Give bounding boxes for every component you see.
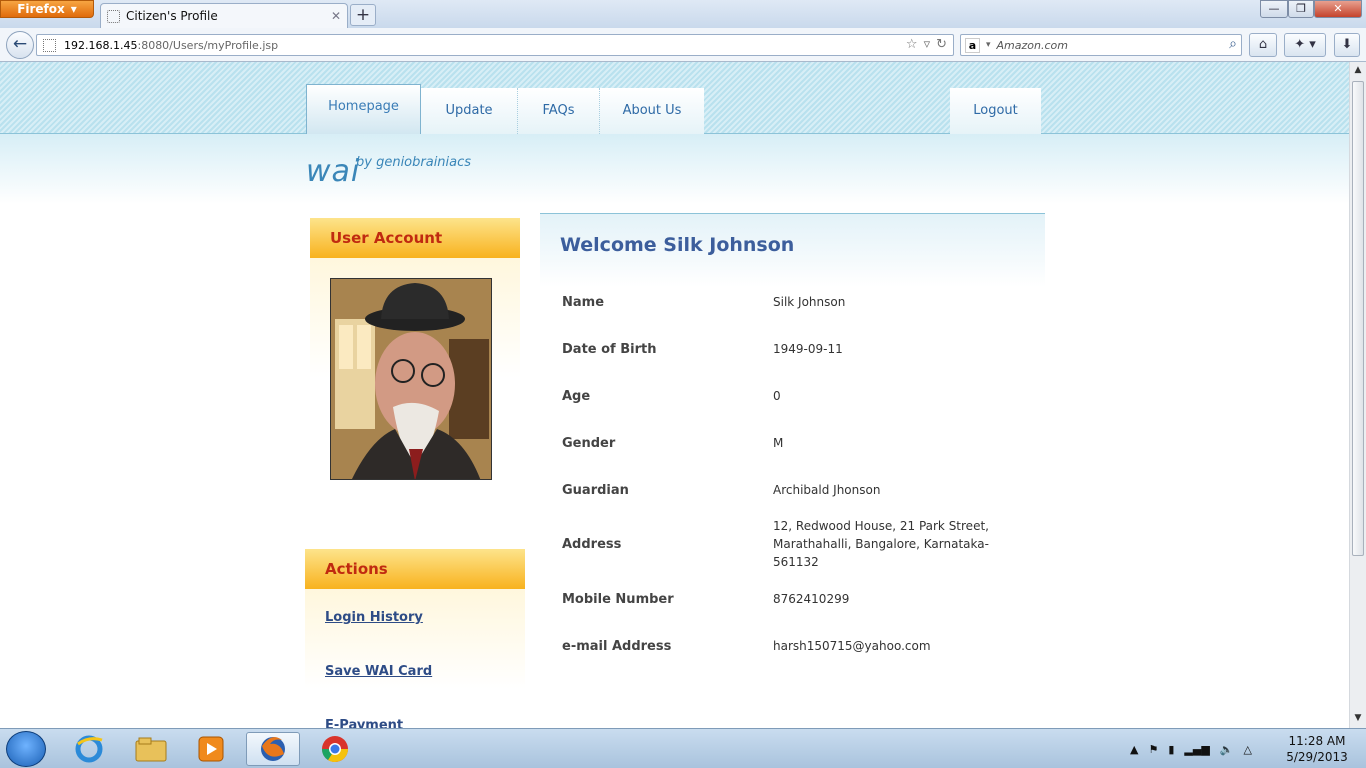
search-bar[interactable]: a ▾ Amazon.com ⌕ bbox=[960, 34, 1242, 56]
clock-date: 5/29/2013 bbox=[1286, 750, 1348, 764]
firefox-menu-label: Firefox bbox=[17, 2, 65, 16]
bookmarks-button[interactable]: ✦ ▾ bbox=[1284, 33, 1326, 57]
browser-navbar: ← 192.168.1.45:8080/Users/myProfile.jsp … bbox=[0, 28, 1366, 62]
scroll-down-icon[interactable]: ▼ bbox=[1350, 710, 1366, 727]
nav-homepage[interactable]: Homepage bbox=[306, 84, 421, 134]
value-email: harsh150715@yahoo.com bbox=[773, 639, 931, 653]
file-explorer-icon[interactable] bbox=[124, 732, 178, 766]
amazon-icon[interactable]: a bbox=[965, 37, 980, 53]
logo-wordmark: wai bbox=[306, 154, 361, 189]
url-bar[interactable]: 192.168.1.45:8080/Users/myProfile.jsp ☆ … bbox=[36, 34, 954, 56]
scroll-up-icon[interactable]: ▲ bbox=[1350, 62, 1366, 79]
system-tray: ▲ ⚑ ▮ ▂▄▆ 🔈 △ bbox=[1130, 729, 1252, 768]
chrome-icon[interactable] bbox=[308, 732, 362, 766]
media-player-icon[interactable] bbox=[184, 732, 238, 766]
close-window-button[interactable]: ✕ bbox=[1314, 0, 1362, 18]
browser-tab[interactable]: Citizen's Profile ✕ bbox=[100, 3, 348, 28]
bookmark-star-icon[interactable]: ☆ bbox=[906, 37, 918, 52]
downloads-button[interactable]: ⬇ bbox=[1334, 33, 1360, 57]
reload-icon[interactable]: ↻ bbox=[936, 37, 947, 52]
back-arrow-icon: ← bbox=[12, 34, 28, 54]
page-scrollbar[interactable]: ▲ ▼ bbox=[1349, 62, 1366, 728]
firefox-menu-button[interactable]: Firefox ▾ bbox=[0, 0, 94, 18]
user-account-heading: User Account bbox=[310, 218, 520, 258]
value-address: 12, Redwood House, 21 Park Street, Marat… bbox=[773, 519, 989, 569]
battery-icon[interactable]: ▮ bbox=[1168, 743, 1174, 756]
save-wai-card-link[interactable]: Save WAI Card bbox=[325, 664, 432, 679]
label-age: Age bbox=[562, 389, 591, 404]
url-dropdown-icon[interactable]: ▿ bbox=[924, 37, 931, 52]
windows-taskbar: ▲ ⚑ ▮ ▂▄▆ 🔈 △ 11:28 AM 5/29/2013 bbox=[0, 728, 1366, 768]
label-mobile: Mobile Number bbox=[562, 592, 674, 607]
label-gender: Gender bbox=[562, 436, 616, 451]
chevron-down-icon: ▾ bbox=[70, 2, 77, 16]
maximize-button[interactable]: ❐ bbox=[1288, 0, 1314, 18]
url-text: 192.168.1.45:8080/Users/myProfile.jsp bbox=[64, 38, 279, 52]
value-age: 0 bbox=[773, 389, 781, 403]
search-engine-dropdown-icon[interactable]: ▾ bbox=[986, 40, 991, 50]
back-button[interactable]: ← bbox=[6, 31, 34, 59]
home-button[interactable]: ⌂ bbox=[1249, 33, 1277, 57]
search-icon[interactable]: ⌕ bbox=[1229, 36, 1237, 52]
login-history-link[interactable]: Login History bbox=[325, 610, 423, 625]
label-name: Name bbox=[562, 295, 605, 310]
new-tab-button[interactable]: + bbox=[350, 4, 376, 26]
value-name: Silk Johnson bbox=[773, 295, 846, 309]
page-viewport: Homepage Update FAQs About Us Logout wai… bbox=[0, 62, 1349, 728]
browser-titlebar: Firefox ▾ Citizen's Profile ✕ + — ❐ ✕ bbox=[0, 0, 1366, 28]
download-icon: ⬇ bbox=[1341, 37, 1353, 52]
label-email: e-mail Address bbox=[562, 639, 672, 654]
e-payment-link[interactable]: E-Payment bbox=[325, 718, 403, 728]
nav-logout[interactable]: Logout bbox=[950, 88, 1041, 134]
profile-photo-image bbox=[331, 279, 491, 479]
nav-faqs[interactable]: FAQs bbox=[517, 88, 599, 134]
tab-title: Citizen's Profile bbox=[126, 9, 218, 23]
home-icon: ⌂ bbox=[1258, 37, 1268, 52]
scrollbar-thumb[interactable] bbox=[1352, 81, 1364, 556]
volume-icon[interactable]: 🔈 bbox=[1220, 743, 1234, 756]
search-input[interactable]: Amazon.com bbox=[997, 39, 1068, 52]
taskbar-clock[interactable]: 11:28 AM 5/29/2013 bbox=[1282, 733, 1352, 765]
label-dob: Date of Birth bbox=[562, 342, 657, 357]
welcome-heading: Welcome Silk Johnson bbox=[560, 234, 795, 256]
site-logo[interactable]: wai by geniobrainiacs bbox=[306, 154, 471, 189]
page-icon bbox=[107, 9, 120, 23]
google-drive-icon[interactable]: △ bbox=[1244, 743, 1252, 756]
clock-time: 11:28 AM bbox=[1288, 734, 1346, 748]
bookmarks-icon: ✦ ▾ bbox=[1294, 37, 1316, 52]
profile-photo bbox=[330, 278, 492, 480]
firefox-taskbar-icon[interactable] bbox=[246, 732, 300, 766]
minimize-button[interactable]: — bbox=[1260, 0, 1288, 18]
value-dob: 1949-09-11 bbox=[773, 342, 843, 356]
tab-close-icon[interactable]: ✕ bbox=[331, 9, 341, 23]
label-guardian: Guardian bbox=[562, 483, 629, 498]
value-guardian: Archibald Jhonson bbox=[773, 483, 881, 497]
value-mobile: 8762410299 bbox=[773, 592, 850, 606]
start-button[interactable] bbox=[6, 731, 46, 767]
nav-update[interactable]: Update bbox=[421, 88, 517, 134]
action-center-flag-icon[interactable]: ⚑ bbox=[1148, 743, 1158, 756]
logo-tagline: by geniobrainiacs bbox=[356, 155, 472, 170]
site-identity-icon[interactable] bbox=[43, 38, 56, 52]
nav-about-us[interactable]: About Us bbox=[599, 88, 704, 134]
network-icon[interactable]: ▂▄▆ bbox=[1184, 743, 1209, 756]
label-address: Address bbox=[562, 537, 622, 552]
show-hidden-icons-icon[interactable]: ▲ bbox=[1130, 743, 1138, 756]
internet-explorer-icon[interactable] bbox=[62, 732, 116, 766]
value-gender: M bbox=[773, 436, 784, 450]
actions-heading: Actions bbox=[305, 549, 525, 589]
